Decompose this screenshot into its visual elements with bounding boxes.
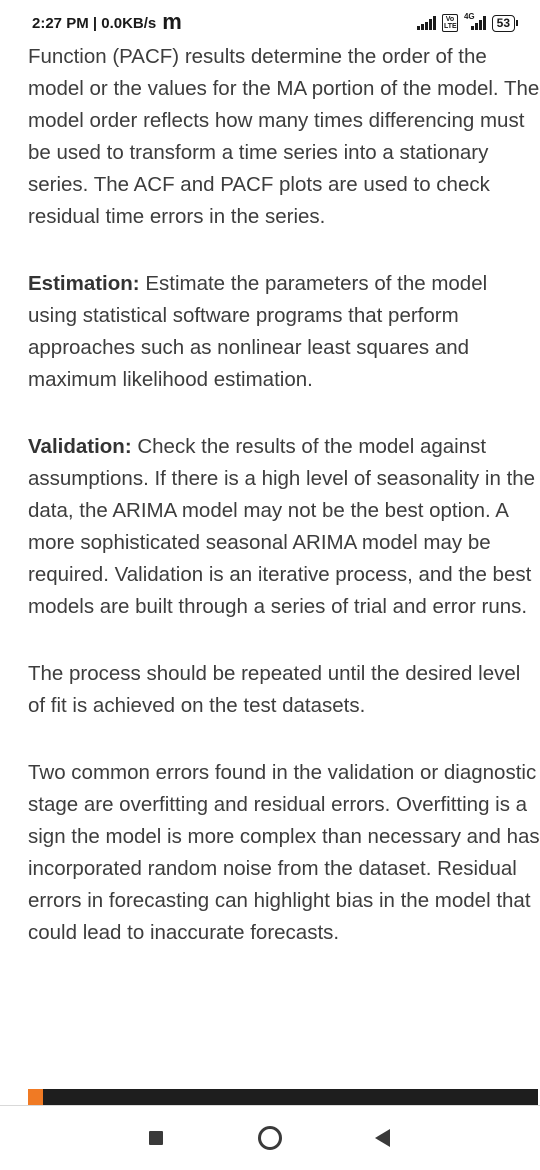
reading-progress-bar — [28, 1089, 538, 1105]
estimation-term: Estimation: — [28, 272, 140, 295]
status-bar: 2:27 PM | 0.0KB/s m Vo LTE 4G 53 — [0, 0, 540, 46]
validation-text: Check the results of the model against a… — [28, 435, 536, 618]
volte-icon: Vo LTE — [441, 14, 458, 32]
validation-paragraph: Validation: Check the results of the mod… — [28, 431, 540, 623]
battery-tip — [516, 20, 518, 26]
clock-and-network-speed: 2:27 PM | 0.0KB/s — [32, 14, 157, 32]
repeat-paragraph: The process should be repeated until the… — [28, 662, 521, 717]
signal-bars-icon — [416, 16, 436, 30]
intro-paragraph: Function (PACF) results determine the or… — [28, 45, 540, 228]
system-nav-bar — [0, 1106, 540, 1170]
estimation-paragraph: Estimation: Estimate the parameters of t… — [28, 268, 540, 396]
home-icon — [258, 1126, 282, 1150]
status-left: 2:27 PM | 0.0KB/s m — [32, 9, 182, 34]
status-right: Vo LTE 4G 53 — [416, 11, 518, 32]
home-button[interactable] — [256, 1124, 284, 1152]
carrier-logo-icon: m — [162, 9, 182, 34]
article-body: Function (PACF) results determine the or… — [28, 41, 540, 949]
recent-apps-icon — [149, 1131, 163, 1145]
back-icon — [374, 1129, 390, 1147]
reading-progress-fill — [28, 1089, 44, 1105]
network-type-label: 4G — [463, 11, 475, 21]
recent-apps-button[interactable] — [142, 1124, 170, 1152]
back-button[interactable] — [368, 1124, 396, 1152]
battery-icon: 53 — [491, 14, 518, 32]
errors-paragraph: Two common errors found in the validatio… — [28, 761, 540, 944]
validation-term: Validation: — [28, 435, 132, 458]
battery-level: 53 — [491, 14, 515, 32]
